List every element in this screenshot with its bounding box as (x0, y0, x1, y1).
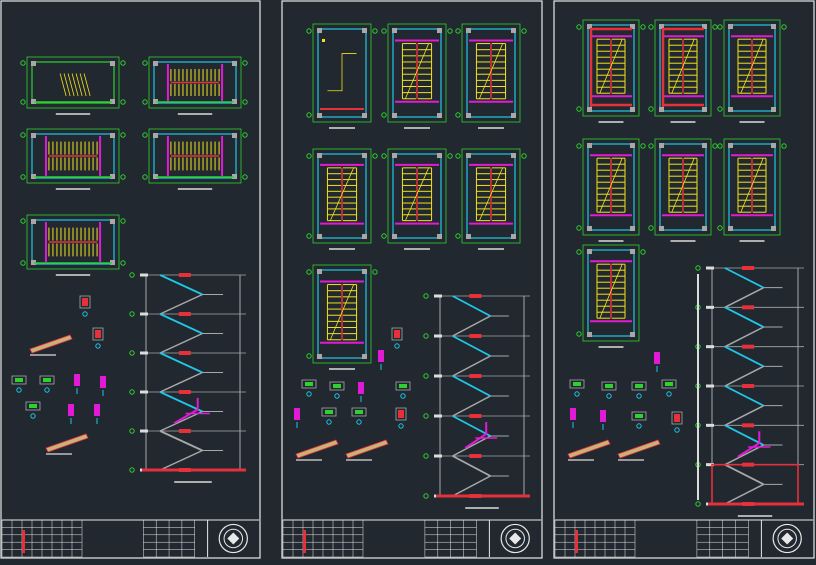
sheet-3-detail-2[interactable] (601, 381, 617, 399)
sheet-2-detail-9[interactable] (295, 439, 339, 461)
sheet-2-detail-3[interactable] (358, 382, 364, 402)
sheet-1-detail-6[interactable] (74, 374, 80, 394)
sheet-1-plan-4[interactable] (142, 128, 248, 190)
sheet-2-plan-6[interactable] (455, 148, 527, 250)
sheet-3-plan-5[interactable] (648, 138, 718, 242)
sheet-2-section[interactable] (423, 293, 530, 509)
sheet-3-detail-5[interactable] (661, 379, 677, 397)
sheet-1-plan-2[interactable] (142, 56, 248, 115)
sheet-2-detail-4[interactable] (395, 381, 411, 399)
sheet-1-detail-3[interactable] (29, 334, 73, 356)
sheet-3-plan-2[interactable] (648, 19, 718, 123)
sheet-2-plan-1[interactable] (306, 23, 378, 129)
sheet-1-title-block (1, 519, 259, 558)
sheet-1-section[interactable] (129, 272, 246, 483)
sheet-3-detail-1[interactable] (569, 379, 585, 397)
sheet-3-plan-1[interactable] (576, 19, 646, 123)
sheet-2-plan-4[interactable] (306, 148, 378, 250)
sheet-3-plan-3[interactable] (717, 19, 787, 123)
sheet-2-plan-2[interactable] (381, 23, 453, 129)
sheet-3-section[interactable] (695, 265, 804, 517)
title-block-table (554, 519, 636, 558)
sheet-2-plan-7[interactable] (306, 264, 378, 370)
company-seal-icon (500, 523, 530, 554)
sheet-1-detail-1[interactable] (79, 295, 91, 317)
sheet-1-detail-4[interactable] (11, 375, 27, 393)
sheet-2-detail-6[interactable] (321, 407, 337, 425)
sheet-2[interactable] (281, 0, 543, 559)
sheet-1-plan-5[interactable] (20, 214, 126, 276)
sheet-3[interactable] (553, 0, 815, 559)
sheet-1-plan-3[interactable] (20, 128, 126, 190)
company-seal-icon (772, 523, 802, 554)
sheet-2-detail-5[interactable] (294, 408, 300, 428)
sheet-2-detail-1[interactable] (301, 379, 317, 397)
sheet-2-plan-3[interactable] (455, 23, 527, 129)
sheet-2-detail-11[interactable] (378, 350, 384, 370)
sheet-2-detail-10[interactable] (345, 439, 389, 461)
sheet-1-detail-5[interactable] (39, 375, 55, 393)
sheet-1-detail-9[interactable] (68, 404, 74, 424)
sheet-2-detail-8[interactable] (395, 407, 407, 429)
title-block-table (282, 519, 364, 558)
sheet-1[interactable] (0, 0, 261, 559)
sheet-2-detail-7[interactable] (351, 407, 367, 425)
sheet-3-detail-11[interactable] (617, 439, 661, 461)
sheet-3-detail-8[interactable] (631, 411, 647, 429)
sheet-3-detail-10[interactable] (567, 439, 611, 461)
revision-table (424, 519, 477, 558)
revision-table (143, 519, 195, 558)
sheet-3-detail-3[interactable] (631, 381, 647, 399)
company-seal-icon (218, 523, 248, 554)
sheet-1-detail-8[interactable] (25, 401, 41, 419)
sheet-3-detail-9[interactable] (671, 411, 683, 433)
sheet-2-plan-5[interactable] (381, 148, 453, 250)
sheet-2-detail-12[interactable] (391, 327, 403, 349)
cad-drawing-canvas[interactable] (0, 0, 816, 561)
sheet-3-plan-6[interactable] (717, 138, 787, 242)
sheet-3-detail-4[interactable] (654, 352, 660, 372)
sheet-3-detail-7[interactable] (600, 410, 606, 430)
sheet-1-plan-1[interactable] (20, 56, 126, 115)
sheet-3-title-block (554, 519, 813, 558)
sheet-1-detail-11[interactable] (45, 433, 89, 455)
sheet-2-title-block (282, 519, 541, 558)
revision-table (696, 519, 749, 558)
sheet-3-plan-4[interactable] (576, 138, 646, 242)
sheet-2-detail-2[interactable] (329, 381, 345, 399)
sheet-3-detail-6[interactable] (570, 408, 576, 428)
sheet-1-detail-2[interactable] (92, 327, 104, 349)
title-block-table (1, 519, 83, 558)
sheet-1-detail-7[interactable] (100, 376, 106, 396)
sheet-1-detail-10[interactable] (94, 404, 100, 424)
sheet-3-plan-7[interactable] (576, 244, 646, 348)
